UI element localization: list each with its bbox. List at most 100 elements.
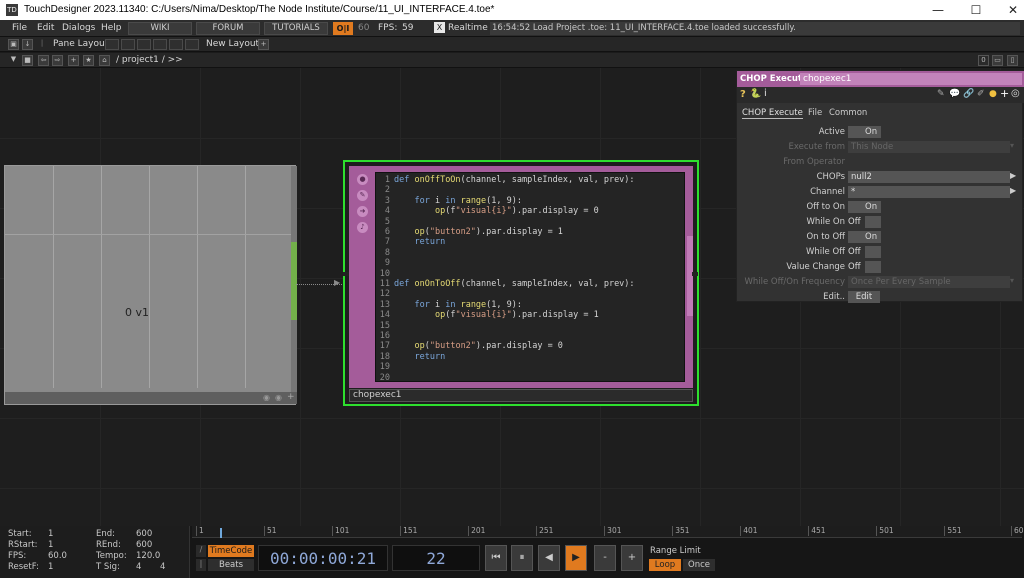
menu-file[interactable]: File bbox=[12, 23, 27, 33]
exec-input-connector[interactable] bbox=[343, 272, 349, 276]
home-icon[interactable]: ■ bbox=[22, 55, 33, 66]
tsig-denominator[interactable]: 4 bbox=[160, 562, 165, 572]
script-editor[interactable]: 1 def onOffToOn(channel, sampleIndex, val… bbox=[375, 172, 685, 382]
toggle-on-segment[interactable]: On bbox=[863, 231, 881, 243]
play-reverse-button[interactable]: ◀ bbox=[538, 545, 560, 571]
menu-help[interactable]: Help bbox=[101, 23, 122, 33]
close-button[interactable]: ✕ bbox=[993, 1, 1024, 19]
realtime-checkbox[interactable]: X bbox=[434, 22, 445, 33]
tab-file[interactable]: File bbox=[808, 108, 822, 118]
code-line[interactable]: return bbox=[394, 352, 445, 362]
run-icon[interactable]: ➜ bbox=[357, 206, 368, 217]
dropdown-arrow-icon[interactable]: ▾ bbox=[1010, 141, 1014, 150]
layout-slot-6[interactable] bbox=[185, 39, 199, 50]
timeline-ruler[interactable]: 151101151201251301351401451501551600 bbox=[192, 526, 1024, 538]
param-menu[interactable]: Once Per Every Sample bbox=[848, 276, 1010, 288]
tab-chop-execute[interactable]: CHOP Execute bbox=[742, 108, 803, 119]
field-arrow-icon[interactable]: ▶ bbox=[1010, 171, 1016, 180]
step-back-button[interactable]: - bbox=[594, 545, 616, 571]
param-field[interactable]: * bbox=[848, 186, 1010, 198]
parent-icon[interactable]: ⌂ bbox=[99, 55, 110, 66]
timecode-button[interactable]: TimeCode bbox=[208, 545, 254, 557]
timecode-display[interactable]: 00:00:00:21 bbox=[258, 545, 388, 571]
toggle-off-label[interactable]: Off bbox=[848, 246, 864, 258]
code-line[interactable]: return bbox=[394, 237, 445, 247]
menu-edit[interactable]: Edit bbox=[37, 23, 54, 33]
frame-display[interactable]: 22 bbox=[392, 545, 480, 571]
toggle-off-segment[interactable] bbox=[848, 126, 863, 138]
param-field[interactable]: null2 bbox=[848, 171, 1010, 183]
edit-button[interactable]: Edit bbox=[848, 291, 880, 303]
edit-icon[interactable]: ✎ bbox=[937, 89, 945, 99]
loop-button[interactable]: Loop bbox=[649, 559, 681, 571]
link-icon[interactable]: 🔗 bbox=[963, 89, 974, 99]
pane-split-vertical-icon[interactable]: ▯ bbox=[1007, 55, 1018, 66]
pane-split-horizontal-icon[interactable]: ▭ bbox=[992, 55, 1003, 66]
chop-execute-node[interactable]: ● ✎ ➜ ♪ 1 def onOffToOn(channel, sampleIn… bbox=[343, 160, 699, 406]
null-operator-node[interactable]: 0 v1 ◉ ◉ + bbox=[4, 165, 297, 405]
forum-button[interactable]: FORUM bbox=[196, 22, 260, 35]
download-icon[interactable]: ↓ bbox=[22, 39, 33, 50]
end-value[interactable]: 600 bbox=[136, 529, 152, 539]
maximize-button[interactable]: ☐ bbox=[956, 1, 996, 19]
node-name-field[interactable]: chopexec1 bbox=[349, 389, 693, 402]
add-icon[interactable]: + bbox=[1000, 87, 1009, 100]
code-line[interactable]: op("button2").par.display = 1 bbox=[394, 227, 562, 237]
field-arrow-icon[interactable]: ▶ bbox=[1010, 186, 1016, 195]
wiki-button[interactable]: WIKI bbox=[128, 22, 192, 35]
toggle-off-segment[interactable] bbox=[848, 231, 863, 243]
expand-icon[interactable]: + bbox=[287, 392, 295, 402]
layout-slot-1[interactable] bbox=[105, 39, 119, 50]
play-button[interactable]: ▶ bbox=[565, 545, 587, 571]
comment-icon[interactable]: 💬 bbox=[949, 89, 960, 99]
toggle-on-segment[interactable] bbox=[865, 246, 881, 258]
layout-slot-5[interactable] bbox=[169, 39, 183, 50]
layout-slot-3[interactable] bbox=[137, 39, 151, 50]
python-icon[interactable]: ♪ bbox=[357, 222, 368, 233]
toggle-off-label[interactable]: Off bbox=[848, 261, 864, 273]
toggle-on-segment[interactable] bbox=[865, 216, 881, 228]
rend-value[interactable]: 600 bbox=[136, 540, 152, 550]
viewer-toggle-icon[interactable]: ◉ bbox=[263, 393, 270, 402]
clear-icon[interactable]: ✐ bbox=[977, 89, 985, 99]
dropdown-arrow-icon[interactable]: ▾ bbox=[1010, 276, 1014, 285]
toggle-off-segment[interactable] bbox=[848, 201, 863, 213]
pane-split-icon[interactable]: ▣ bbox=[8, 39, 19, 50]
help-icon[interactable]: ? bbox=[740, 89, 746, 100]
tsig-numerator[interactable]: 4 bbox=[136, 562, 141, 572]
tutorials-button[interactable]: TUTORIALS bbox=[264, 22, 328, 35]
rstart-value[interactable]: 1 bbox=[48, 540, 53, 550]
cook-icon[interactable]: ● bbox=[357, 174, 368, 185]
perform-mode-button[interactable]: O|I bbox=[333, 22, 353, 35]
beats-button[interactable]: Beats bbox=[208, 559, 254, 571]
code-line[interactable]: op("button2").par.display = 0 bbox=[394, 341, 562, 351]
tab-common[interactable]: Common bbox=[829, 108, 867, 118]
info-icon[interactable]: i bbox=[764, 88, 767, 99]
bypass-icon[interactable]: ◉ bbox=[275, 393, 282, 402]
code-line[interactable]: def onOnToOff(channel, sampleIndex, val,… bbox=[394, 279, 635, 289]
bookmark-icon[interactable]: ★ bbox=[83, 55, 94, 66]
minimize-button[interactable]: — bbox=[918, 1, 958, 19]
op-name-field[interactable]: chopexec1 bbox=[800, 73, 1022, 85]
script-scrollbar[interactable] bbox=[687, 236, 693, 316]
layout-slot-2[interactable] bbox=[121, 39, 135, 50]
layout-slot-4[interactable] bbox=[153, 39, 167, 50]
fps-value[interactable]: 60.0 bbox=[48, 551, 67, 561]
target-icon[interactable]: ◎ bbox=[1011, 88, 1020, 99]
code-line[interactable]: def onOffToOn(channel, sampleIndex, val,… bbox=[394, 175, 635, 185]
tempo-value[interactable]: 120.0 bbox=[136, 551, 160, 561]
pause-button[interactable]: ⏸ bbox=[511, 545, 533, 571]
step-forward-button[interactable]: + bbox=[621, 545, 643, 571]
code-line[interactable]: for i in range(1, 9): bbox=[394, 300, 522, 310]
playhead[interactable] bbox=[220, 528, 222, 538]
code-line[interactable]: for i in range(1, 9): bbox=[394, 196, 522, 206]
back-icon[interactable]: ⇦ bbox=[38, 55, 49, 66]
add-op-icon[interactable]: + bbox=[68, 55, 79, 66]
toggle-on-segment[interactable]: On bbox=[863, 126, 881, 138]
network-path[interactable]: / project1 / >> bbox=[116, 55, 183, 65]
resetf-value[interactable]: 1 bbox=[48, 562, 53, 572]
python-icon[interactable]: ● bbox=[989, 89, 997, 99]
rewind-button[interactable]: ⏮ bbox=[485, 545, 507, 571]
menu-dialogs[interactable]: Dialogs bbox=[62, 23, 95, 33]
exec-output-connector[interactable] bbox=[692, 272, 698, 276]
